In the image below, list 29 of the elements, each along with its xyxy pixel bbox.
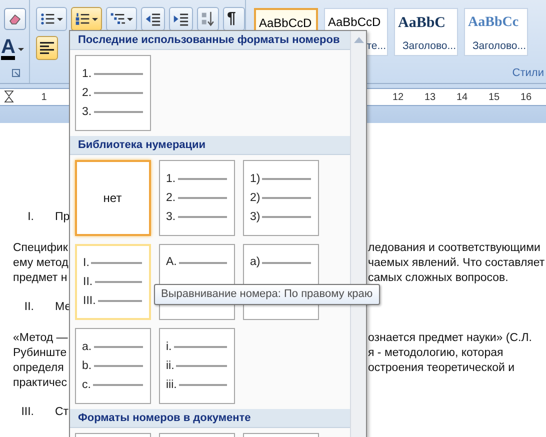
group-label: Стили [512, 67, 545, 79]
paragraph-text: «Метод — [13, 331, 68, 346]
paragraph-text: предмет н [13, 271, 68, 286]
paragraph-text: остроения теоретической и [368, 361, 515, 376]
ruler-number: 13 [423, 92, 437, 102]
section-header: Последние использованные форматы номеров [70, 31, 350, 50]
section-header: Форматы номеров в документе [70, 409, 350, 428]
section-header: Библиотека нумерации [70, 136, 350, 155]
heading-text: Пр [55, 210, 70, 225]
heading-number: II. [23, 300, 34, 315]
paragraph-text: Рубинште [13, 346, 68, 361]
tooltip: Выравнивание номера: По правому краю [154, 284, 380, 305]
paragraph-text: определя [13, 361, 65, 376]
ruler-number: 1 [40, 92, 48, 102]
paragraph-text: я - методологию, которая [368, 346, 504, 361]
heading-number: III. [20, 405, 34, 420]
paragraph-text: самых сложных вопросов. [368, 271, 508, 286]
ruler-number: 12 [391, 92, 405, 102]
paragraph-text: ледования и соответствующими [368, 241, 540, 256]
ruler-number: 15 [487, 92, 501, 102]
paragraph-text: практичес [13, 376, 68, 391]
paragraph-text: чаемых явлений. Что составляет [368, 256, 545, 271]
ruler-number: 14 [455, 92, 469, 102]
heading-text: Ст [55, 405, 69, 420]
ruler-number: 16 [519, 92, 533, 102]
paragraph-text: ознается предмет науки» (С.Л. [368, 331, 532, 346]
heading-number: I. [26, 210, 34, 225]
paragraph-text: ему метод [13, 256, 68, 271]
paragraph-text: Специфик [13, 241, 68, 256]
